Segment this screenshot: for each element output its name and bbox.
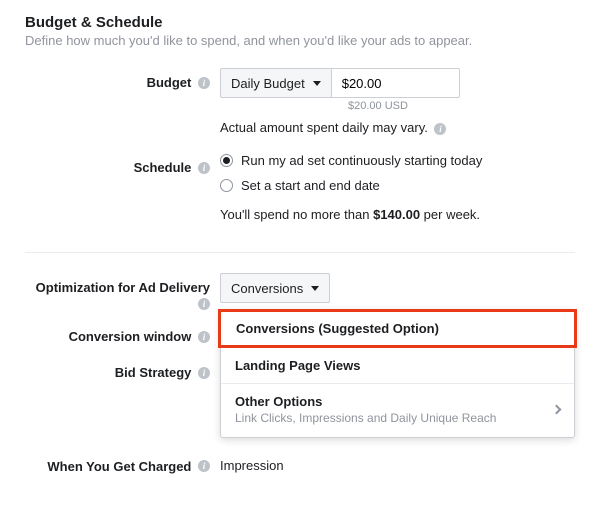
caret-down-icon — [311, 286, 319, 291]
caret-down-icon — [313, 81, 321, 86]
info-icon[interactable]: i — [198, 298, 210, 310]
info-icon[interactable]: i — [198, 331, 210, 343]
radio-label: Run my ad set continuously starting toda… — [241, 153, 482, 168]
bid-strategy-label: Bid Strategy i — [25, 358, 220, 380]
budget-row: Budget i Daily Budget $20.00 USD Actual … — [25, 68, 575, 147]
charged-label: When You Get Charged i — [25, 452, 220, 474]
optimization-dropdown-button[interactable]: Conversions — [220, 273, 330, 303]
optimization-selected: Conversions — [231, 281, 303, 296]
weekly-spend-note: You'll spend no more than $140.00 per we… — [220, 207, 575, 222]
info-icon[interactable]: i — [198, 162, 210, 174]
info-icon[interactable]: i — [434, 123, 446, 135]
budget-note: Actual amount spent daily may vary. i — [220, 120, 575, 135]
info-icon[interactable]: i — [198, 77, 210, 89]
section-subtitle: Define how much you'd like to spend, and… — [25, 33, 575, 48]
charged-value: Impression — [220, 458, 284, 473]
dropdown-option-other[interactable]: Other Options Link Clicks, Impressions a… — [221, 383, 574, 437]
schedule-start-end-option[interactable]: Set a start and end date — [220, 178, 575, 193]
dropdown-option-landing-page-views[interactable]: Landing Page Views — [221, 348, 574, 383]
optimization-row: Optimization for Ad Delivery i Conversio… — [25, 273, 575, 310]
dropdown-other-title: Other Options — [235, 394, 496, 409]
budget-type-label: Daily Budget — [231, 76, 305, 91]
budget-amount-usd: $20.00 USD — [348, 100, 575, 112]
optimization-dropdown-menu: Conversions (Suggested Option) Landing P… — [220, 309, 575, 438]
info-icon[interactable]: i — [198, 367, 210, 379]
dropdown-other-subtitle: Link Clicks, Impressions and Daily Uniqu… — [235, 411, 496, 425]
conversion-window-label: Conversion window i — [25, 322, 220, 344]
chevron-right-icon — [552, 405, 562, 415]
radio-label: Set a start and end date — [241, 178, 380, 193]
optimization-label: Optimization for Ad Delivery i — [25, 273, 220, 310]
radio-icon — [220, 179, 233, 192]
dropdown-option-conversions[interactable]: Conversions (Suggested Option) — [218, 309, 577, 348]
schedule-label: Schedule i — [25, 153, 220, 175]
info-icon[interactable]: i — [198, 460, 210, 472]
charged-row: When You Get Charged i Impression — [25, 452, 575, 474]
divider — [25, 252, 575, 253]
section-title: Budget & Schedule — [25, 14, 575, 31]
schedule-row: Schedule i Run my ad set continuously st… — [25, 153, 575, 234]
schedule-continuous-option[interactable]: Run my ad set continuously starting toda… — [220, 153, 575, 168]
budget-amount-input[interactable] — [332, 68, 460, 98]
radio-icon — [220, 154, 233, 167]
budget-type-dropdown[interactable]: Daily Budget — [220, 68, 332, 98]
budget-label: Budget i — [25, 68, 220, 90]
